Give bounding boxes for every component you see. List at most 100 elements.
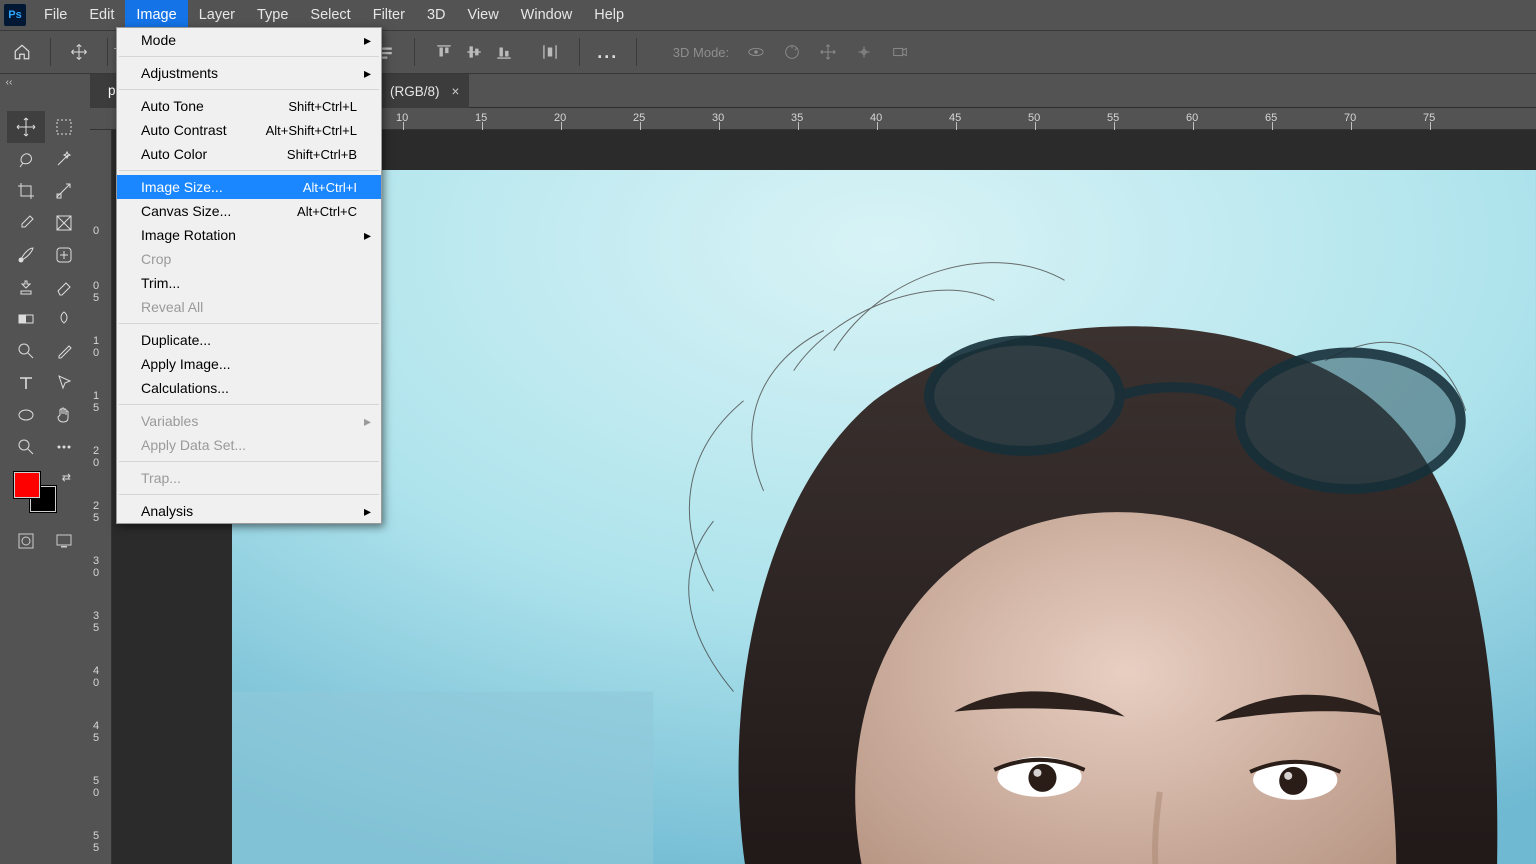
- image-menu-dropdown: Mode▸Adjustments▸Auto ToneShift+Ctrl+LAu…: [116, 27, 382, 524]
- menu-help[interactable]: Help: [583, 0, 635, 30]
- menu-item-adjustments[interactable]: Adjustments▸: [117, 61, 381, 85]
- menu-file[interactable]: File: [33, 0, 78, 30]
- ruler-vertical[interactable]: 00510152025303540455055: [90, 130, 112, 864]
- crop-tool-icon[interactable]: [7, 175, 45, 207]
- app-logo: Ps: [4, 4, 26, 26]
- submenu-arrow-icon: ▸: [364, 503, 371, 520]
- distribute-single: [541, 43, 559, 61]
- ruler-v-tick: 4: [93, 665, 99, 677]
- ruler-v-tick: 3: [93, 555, 99, 567]
- slide-3d-icon[interactable]: [855, 43, 873, 61]
- submenu-arrow-icon: ▸: [364, 227, 371, 244]
- eraser-tool-icon[interactable]: [45, 271, 83, 303]
- distribute-icon[interactable]: [541, 43, 559, 61]
- screenmode-icon[interactable]: [45, 525, 83, 557]
- ruler-v-tick: 5: [93, 402, 99, 414]
- home-icon[interactable]: [6, 36, 38, 68]
- menu-item-variables: Variables▸: [117, 409, 381, 433]
- submenu-arrow-icon: ▸: [364, 32, 371, 49]
- ruler-v-tick: 2: [93, 445, 99, 457]
- mode-3d-section: 3D Mode:: [673, 43, 909, 61]
- zoom-tool-icon[interactable]: [7, 431, 45, 463]
- ruler-v-tick: 5: [93, 842, 99, 854]
- align-vcenter-icon[interactable]: [465, 43, 483, 61]
- menu-item-duplicate[interactable]: Duplicate...: [117, 328, 381, 352]
- ruler-v-tick: 0: [93, 567, 99, 579]
- ruler-v-tick: 5: [93, 512, 99, 524]
- menu-filter[interactable]: Filter: [362, 0, 416, 30]
- swap-colors-icon[interactable]: ⇄: [62, 471, 71, 484]
- menu-item-crop: Crop: [117, 247, 381, 271]
- menu-type[interactable]: Type: [246, 0, 299, 30]
- menu-window[interactable]: Window: [510, 0, 584, 30]
- move-tool-icon[interactable]: [63, 36, 95, 68]
- clone-tool-icon[interactable]: [7, 271, 45, 303]
- healer-tool-icon[interactable]: [45, 239, 83, 271]
- menu-item-apply-image[interactable]: Apply Image...: [117, 352, 381, 376]
- menu-item-reveal-all: Reveal All: [117, 295, 381, 319]
- menu-item-auto-tone[interactable]: Auto ToneShift+Ctrl+L: [117, 94, 381, 118]
- path-sel-tool-icon[interactable]: [45, 367, 83, 399]
- brush-tool-icon[interactable]: [7, 239, 45, 271]
- orbit-3d-icon[interactable]: [747, 43, 765, 61]
- menu-layer[interactable]: Layer: [188, 0, 246, 30]
- ellipse-tool-icon[interactable]: [7, 399, 45, 431]
- menu-item-image-size[interactable]: Image Size...Alt+Ctrl+I: [117, 175, 381, 199]
- menu-item-calculations[interactable]: Calculations...: [117, 376, 381, 400]
- align-group-v: [435, 43, 513, 61]
- ruler-v-tick: 4: [93, 720, 99, 732]
- more-tool-icon[interactable]: [45, 431, 83, 463]
- pan-3d-icon[interactable]: [819, 43, 837, 61]
- close-tab-icon[interactable]: ×: [452, 84, 460, 99]
- document-image: [232, 170, 1536, 864]
- slice-tool-icon[interactable]: [45, 175, 83, 207]
- more-options-icon[interactable]: ...: [592, 36, 624, 68]
- ruler-v-tick: 0: [93, 787, 99, 799]
- zoom-blur-tool-icon[interactable]: [7, 335, 45, 367]
- menu-item-image-rotation[interactable]: Image Rotation▸: [117, 223, 381, 247]
- pen-tool-icon[interactable]: [45, 335, 83, 367]
- menu-item-trim[interactable]: Trim...: [117, 271, 381, 295]
- roll-3d-icon[interactable]: [783, 43, 801, 61]
- frame-tool-icon[interactable]: [45, 207, 83, 239]
- tool-panel: ⇄: [4, 108, 88, 560]
- camera-3d-icon[interactable]: [891, 43, 909, 61]
- menu-select[interactable]: Select: [299, 0, 361, 30]
- submenu-arrow-icon: ▸: [364, 413, 371, 430]
- foreground-color-swatch[interactable]: [13, 471, 41, 499]
- menu-3d[interactable]: 3D: [416, 0, 457, 30]
- ruler-v-tick: 0: [93, 225, 99, 237]
- collapse-toggle-icon[interactable]: ‹‹: [0, 74, 18, 90]
- eyedropper-tool-icon[interactable]: [7, 207, 45, 239]
- menu-image[interactable]: Image: [125, 0, 187, 30]
- quickmask-icon[interactable]: [7, 525, 45, 557]
- menu-item-auto-contrast[interactable]: Auto ContrastAlt+Shift+Ctrl+L: [117, 118, 381, 142]
- align-bottom-icon[interactable]: [495, 43, 513, 61]
- move-tool-icon[interactable]: [7, 111, 45, 143]
- hand-tool-icon[interactable]: [45, 399, 83, 431]
- wand-tool-icon[interactable]: [45, 143, 83, 175]
- ruler-v-tick: 5: [93, 292, 99, 304]
- smudge-tool-icon[interactable]: [45, 303, 83, 335]
- marquee-tool-icon[interactable]: [45, 111, 83, 143]
- type-tool-icon[interactable]: [7, 367, 45, 399]
- ruler-v-tick: 5: [93, 732, 99, 744]
- menu-item-analysis[interactable]: Analysis▸: [117, 499, 381, 523]
- ruler-v-tick: 5: [93, 830, 99, 842]
- lasso-tool-icon[interactable]: [7, 143, 45, 175]
- menu-item-trap: Trap...: [117, 466, 381, 490]
- menu-item-auto-color[interactable]: Auto ColorShift+Ctrl+B: [117, 142, 381, 166]
- doc-tab-prefix: p: [108, 83, 116, 98]
- align-top-icon[interactable]: [435, 43, 453, 61]
- gradient-tool-icon[interactable]: [7, 303, 45, 335]
- menu-item-mode[interactable]: Mode▸: [117, 28, 381, 52]
- menu-edit[interactable]: Edit: [78, 0, 125, 30]
- ruler-v-tick: 5: [93, 622, 99, 634]
- ruler-v-tick: 2: [93, 500, 99, 512]
- color-swatches[interactable]: ⇄: [7, 471, 83, 517]
- menu-item-canvas-size[interactable]: Canvas Size...Alt+Ctrl+C: [117, 199, 381, 223]
- ruler-v-tick: 5: [93, 775, 99, 787]
- menu-view[interactable]: View: [457, 0, 510, 30]
- submenu-arrow-icon: ▸: [364, 65, 371, 82]
- menu-item-apply-data-set: Apply Data Set...: [117, 433, 381, 457]
